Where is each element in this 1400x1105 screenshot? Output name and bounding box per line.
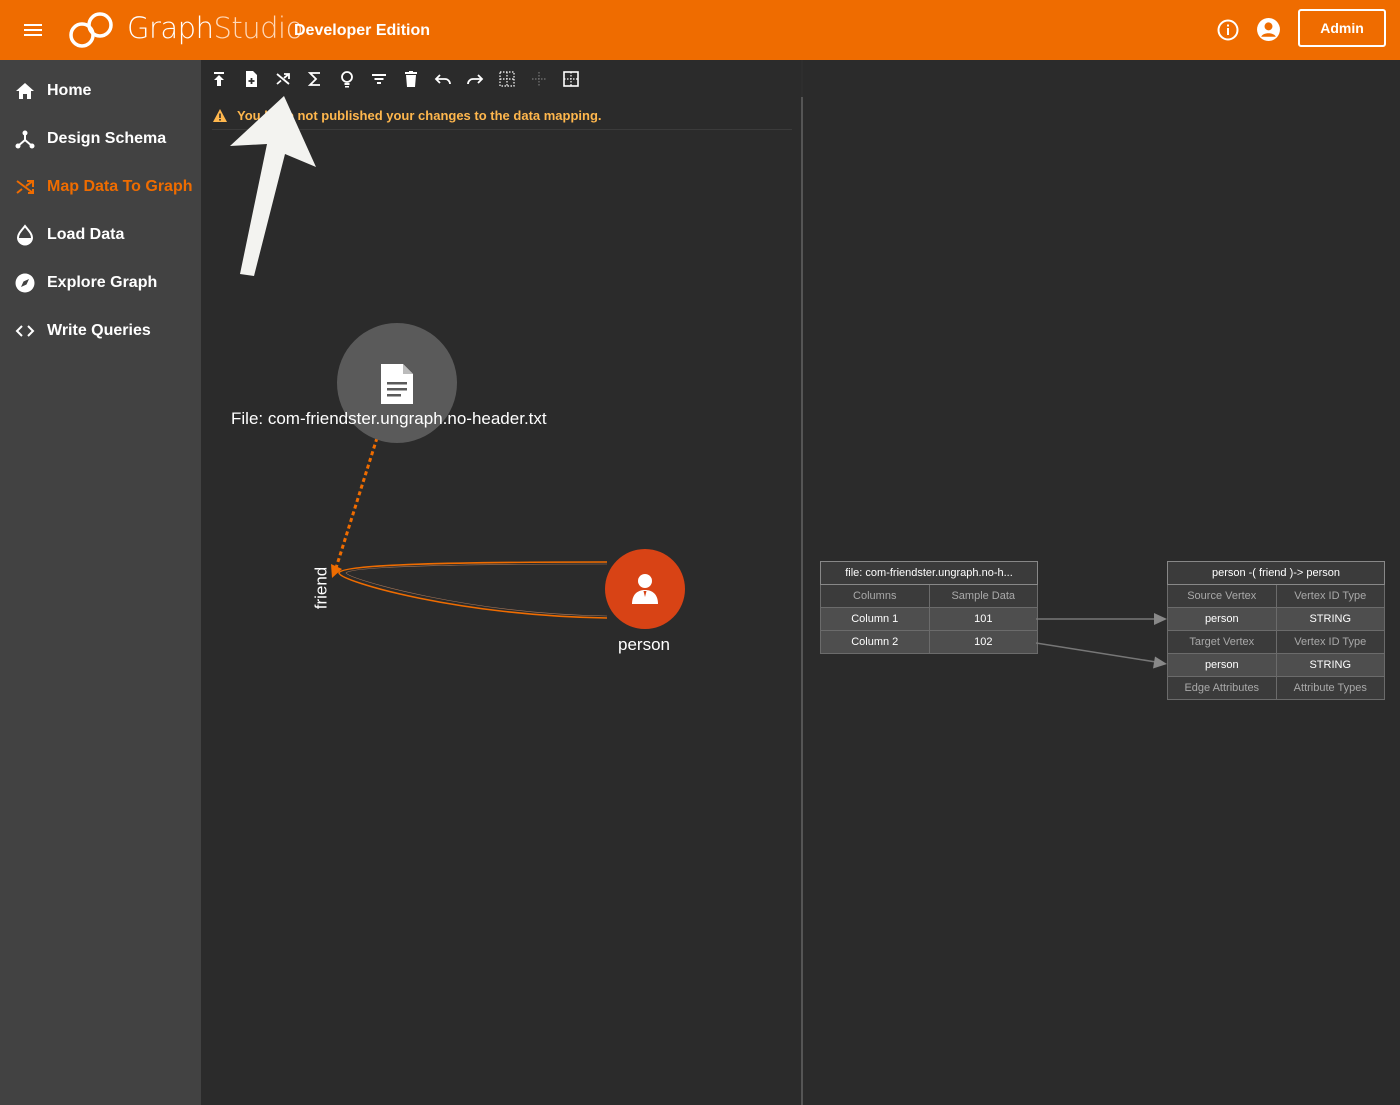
- edge-mapping-table[interactable]: person -( friend )-> person Source Verte…: [1167, 561, 1386, 700]
- vertex-id-type-header: Vertex ID Type: [1275, 630, 1386, 654]
- sidebar-item-label: Write Queries: [47, 322, 151, 339]
- column-name: Column 1: [820, 607, 930, 631]
- drop-icon: [16, 224, 34, 246]
- column-header: Sample Data: [928, 584, 1039, 608]
- compass-icon: [15, 273, 35, 293]
- sidebar-item-write-queries[interactable]: Write Queries: [0, 311, 201, 351]
- column2-link: [1036, 642, 1157, 663]
- logo-icon: [69, 12, 113, 48]
- redo-icon[interactable]: [464, 68, 486, 90]
- code-icon: [15, 325, 35, 337]
- source-file-table[interactable]: file: com-friendster.ungraph.no-h... Col…: [820, 561, 1039, 654]
- add-file-icon[interactable]: [240, 68, 262, 90]
- grid-dim-icon[interactable]: [528, 68, 550, 90]
- sample-value: 102: [928, 630, 1039, 654]
- sidebar-item-label: Explore Graph: [47, 274, 158, 291]
- info-icon[interactable]: [1216, 18, 1240, 42]
- edge-table-title: person -( friend )-> person: [1167, 561, 1385, 585]
- source-vertex-header: Source Vertex: [1167, 584, 1277, 608]
- table-row[interactable]: Column 1 101: [820, 607, 1039, 631]
- vertex-id-type-header: Vertex ID Type: [1275, 584, 1386, 608]
- admin-button[interactable]: Admin: [1298, 9, 1386, 47]
- undo-icon[interactable]: [432, 68, 454, 90]
- top-bar: GraphStudio Developer Edition Admin: [0, 0, 1400, 60]
- shuffle-icon: [16, 180, 34, 194]
- brand-name: GraphStudio: [127, 11, 303, 45]
- sidebar-item-load-data[interactable]: Load Data: [0, 215, 201, 255]
- sum-icon[interactable]: [304, 68, 326, 90]
- grid-icon[interactable]: [496, 68, 518, 90]
- sidebar-item-explore-graph[interactable]: Explore Graph: [0, 263, 201, 303]
- table-row[interactable]: person STRING: [1167, 607, 1386, 631]
- grid-outline-icon[interactable]: [560, 68, 582, 90]
- person-vertex-label: person: [618, 635, 670, 654]
- annotation-arrow-icon: [230, 96, 316, 276]
- sidebar-item-design-schema[interactable]: Design Schema: [0, 119, 201, 159]
- menu-icon[interactable]: [22, 19, 44, 41]
- table-row[interactable]: person STRING: [1167, 653, 1386, 677]
- edition-label: Developer Edition: [294, 22, 431, 39]
- sidebar-item-label: Load Data: [47, 226, 125, 243]
- file-node-label: File: com-friendster.ungraph.no-header.t…: [231, 409, 547, 428]
- person-icon: [632, 574, 658, 604]
- account-icon[interactable]: [1256, 17, 1281, 42]
- target-vertex-header: Target Vertex: [1167, 630, 1277, 654]
- sidebar-item-label: Design Schema: [47, 130, 167, 147]
- column-name: Column 2: [820, 630, 930, 654]
- schema-icon: [15, 130, 35, 149]
- filter-icon[interactable]: [368, 68, 390, 90]
- arrowhead-icon: [1154, 613, 1167, 625]
- column-header: Columns: [820, 584, 930, 608]
- sidebar: Home Design Schema Map Data To Graph Loa…: [0, 60, 201, 1105]
- table-row[interactable]: Column 2 102: [820, 630, 1039, 654]
- edge-attributes-header: Edge Attributes: [1167, 676, 1277, 700]
- sidebar-item-label: Map Data To Graph: [47, 178, 193, 195]
- source-vertex-value: person: [1167, 607, 1277, 631]
- home-icon: [16, 83, 34, 99]
- source-id-type-value: STRING: [1275, 607, 1386, 631]
- map-icon[interactable]: [272, 68, 294, 90]
- arrowhead-icon: [1153, 656, 1167, 669]
- edge-label: friend: [311, 566, 331, 610]
- publish-icon[interactable]: [208, 68, 230, 90]
- lightbulb-icon[interactable]: [336, 68, 358, 90]
- sample-value: 101: [928, 607, 1039, 631]
- mapping-links: [1036, 613, 1167, 669]
- target-vertex-value: person: [1167, 653, 1277, 677]
- sidebar-item-map-data-to-graph[interactable]: Map Data To Graph: [0, 167, 201, 207]
- sidebar-item-label: Home: [47, 82, 92, 99]
- source-table-title: file: com-friendster.ungraph.no-h...: [820, 561, 1038, 585]
- attribute-types-header: Attribute Types: [1275, 676, 1386, 700]
- sidebar-item-home[interactable]: Home: [0, 71, 201, 111]
- file-icon: [381, 364, 413, 404]
- target-id-type-value: STRING: [1275, 653, 1386, 677]
- delete-icon[interactable]: [400, 68, 422, 90]
